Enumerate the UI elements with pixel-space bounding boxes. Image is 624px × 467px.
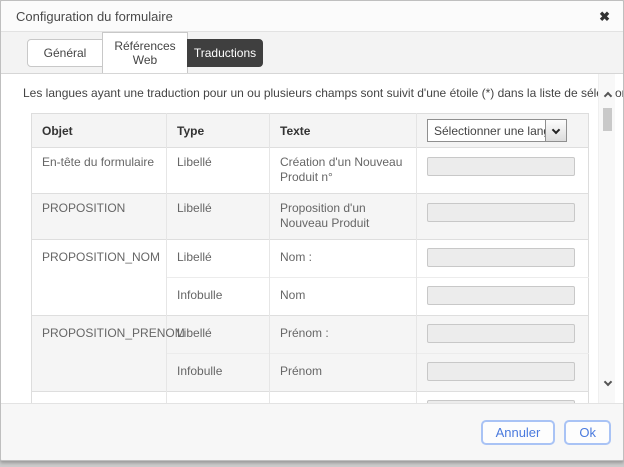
type-cell: Libellé	[167, 392, 270, 404]
translations-table: Objet Type Texte Sélectionner une langue…	[31, 113, 589, 403]
scroll-up-icon[interactable]	[599, 86, 616, 103]
scroll-down-icon[interactable]	[599, 375, 616, 392]
translation-input[interactable]	[427, 248, 575, 267]
texte-cell: Date :	[270, 392, 417, 404]
type-cell: Infobulle	[167, 278, 270, 316]
cancel-button[interactable]: Annuler	[481, 420, 556, 445]
language-select[interactable]: Sélectionner une langue ...	[427, 119, 567, 142]
table-row: En-tête du formulaireLibelléCréation d'u…	[32, 148, 589, 194]
table-row: PROPOSITION_DATELibelléDate :	[32, 392, 589, 404]
scrollbar-thumb[interactable]	[603, 108, 612, 131]
tab-label: Références Web	[114, 39, 175, 67]
translation-input-cell	[417, 240, 589, 278]
dialog-title: Configuration du formulaire	[16, 9, 599, 24]
texte-cell: Prénom :	[270, 316, 417, 354]
language-select-value: Sélectionner une langue ...	[428, 124, 545, 138]
translation-input-cell	[417, 316, 589, 354]
translation-input[interactable]	[427, 362, 575, 381]
objet-cell: PROPOSITION_NOM	[32, 240, 167, 316]
objet-cell: PROPOSITION_DATE	[32, 392, 167, 404]
texte-cell: Nom :	[270, 240, 417, 278]
table-header-row: Objet Type Texte Sélectionner une langue…	[32, 114, 589, 148]
tab-label: Traductions	[194, 46, 256, 60]
column-header-texte: Texte	[270, 114, 417, 148]
translation-input-cell	[417, 278, 589, 316]
objet-cell: PROPOSITION	[32, 194, 167, 240]
form-configuration-dialog: Configuration du formulaire ✖ Général Ré…	[0, 0, 624, 461]
texte-cell: Création d'un Nouveau Produit n°	[270, 148, 417, 194]
texte-cell: Proposition d'un Nouveau Produit	[270, 194, 417, 240]
tab-bar: Général Références Web Traductions	[1, 32, 623, 73]
close-icon[interactable]: ✖	[599, 10, 610, 23]
column-header-objet: Objet	[32, 114, 167, 148]
ok-button[interactable]: Ok	[564, 420, 611, 445]
tab-references-web[interactable]: Références Web	[102, 32, 188, 74]
translation-input-cell	[417, 354, 589, 392]
dialog-footer: Annuler Ok	[1, 403, 623, 460]
column-header-type: Type	[167, 114, 270, 148]
type-cell: Libellé	[167, 194, 270, 240]
translation-input[interactable]	[427, 286, 575, 305]
tab-traductions[interactable]: Traductions	[187, 39, 263, 67]
translation-input[interactable]	[427, 400, 575, 403]
table-row: PROPOSITION_NOMLibelléNom :	[32, 240, 589, 278]
texte-cell: Prénom	[270, 354, 417, 392]
instruction-text: Les langues ayant une traduction pour un…	[23, 86, 623, 100]
type-cell: Infobulle	[167, 354, 270, 392]
translation-input-cell	[417, 148, 589, 194]
chevron-down-icon	[545, 120, 566, 141]
texte-cell: Nom	[270, 278, 417, 316]
objet-cell: En-tête du formulaire	[32, 148, 167, 194]
translation-input[interactable]	[427, 324, 575, 343]
table-row: PROPOSITION_PRENOMLibelléPrénom :	[32, 316, 589, 354]
type-cell: Libellé	[167, 316, 270, 354]
translations-table-body: En-tête du formulaireLibelléCréation d'u…	[32, 148, 589, 404]
column-header-language: Sélectionner une langue ...	[417, 114, 589, 148]
type-cell: Libellé	[167, 240, 270, 278]
dialog-titlebar: Configuration du formulaire ✖	[1, 1, 623, 32]
translation-input-cell	[417, 392, 589, 404]
translation-input[interactable]	[427, 157, 575, 176]
vertical-scrollbar[interactable]	[598, 74, 615, 403]
table-row: PROPOSITIONLibelléProposition d'un Nouve…	[32, 194, 589, 240]
tab-label: Général	[44, 46, 87, 60]
tab-general[interactable]: Général	[27, 39, 103, 67]
objet-cell: PROPOSITION_PRENOM	[32, 316, 167, 392]
translations-panel: Les langues ayant une traduction pour un…	[1, 73, 623, 403]
type-cell: Libellé	[167, 148, 270, 194]
translation-input-cell	[417, 194, 589, 240]
translation-input[interactable]	[427, 203, 575, 222]
